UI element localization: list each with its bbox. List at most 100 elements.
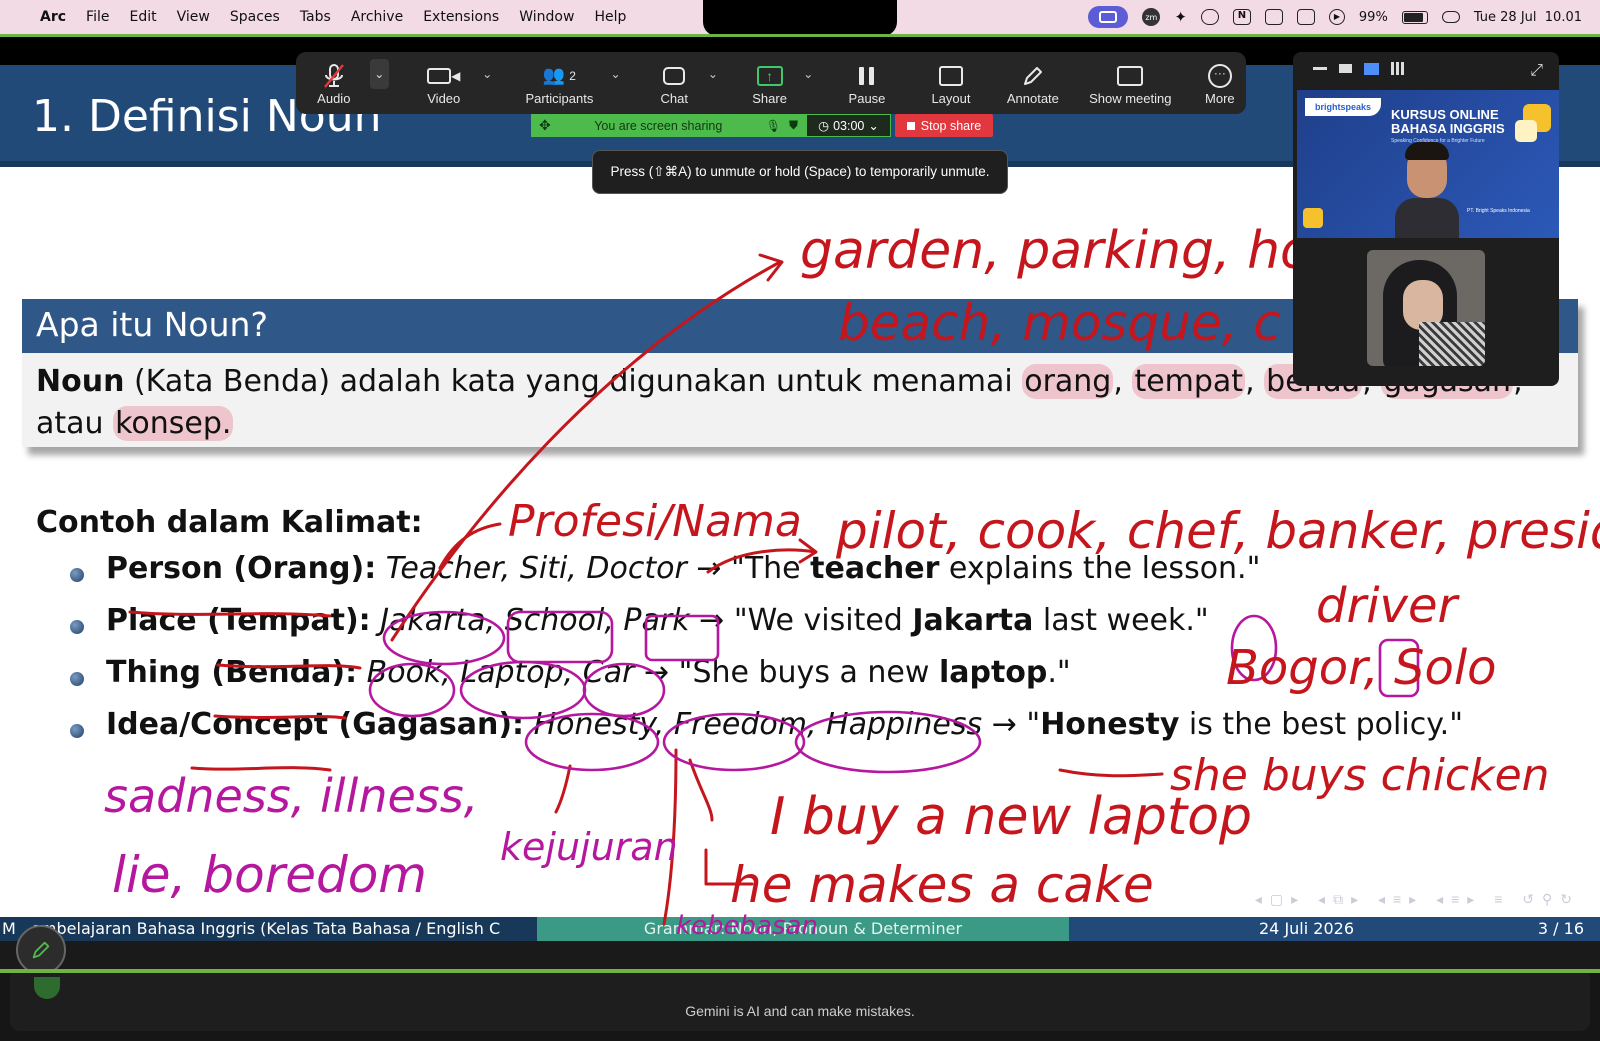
expand-icon[interactable]: ⤢ xyxy=(1530,62,1543,80)
list-item-idea: Idea/Concept (Gagasan): Honesty, Freedom… xyxy=(70,707,1463,759)
video-button[interactable]: ◀ Video xyxy=(409,52,479,114)
examples-title: Contoh dalam Kalimat: xyxy=(36,505,423,540)
sentence-bold: laptop xyxy=(938,655,1048,690)
category-label: Idea/Concept (Gagasan): xyxy=(106,707,525,742)
menu-help[interactable]: Help xyxy=(594,9,626,25)
audio-options-chevron-icon[interactable]: ⌄ xyxy=(369,59,389,89)
example-words: Teacher, Siti, Doctor xyxy=(385,551,687,586)
pause-share-button[interactable]: Pause xyxy=(837,52,897,114)
video-options-chevron-icon[interactable]: ⌄ xyxy=(479,67,496,81)
arrow: → xyxy=(991,707,1017,742)
active-speaker-view-icon[interactable] xyxy=(1364,62,1379,75)
category-label: Thing (Benda): xyxy=(106,655,358,690)
share-options-chevron-icon[interactable]: ⌄ xyxy=(800,67,817,81)
single-view-icon[interactable] xyxy=(1339,64,1352,73)
participants-icon: 👥 xyxy=(542,65,566,85)
shield-icon[interactable]: ⛊ xyxy=(789,118,798,133)
notion-icon[interactable]: N xyxy=(1232,9,1251,25)
footer-page: 3 / 16 xyxy=(1537,919,1584,938)
annotate-button[interactable]: Annotate xyxy=(1001,52,1065,114)
gemini-disclaimer: Gemini is AI and can make mistakes. xyxy=(685,1003,915,1019)
example-words: Book, Laptop, Car xyxy=(366,655,635,690)
annotate-label: Annotate xyxy=(1006,90,1059,106)
participant-video-host[interactable]: brightspeaks KURSUS ONLINE BAHASA INGGRI… xyxy=(1297,90,1559,238)
more-dots-icon: ··· xyxy=(1207,63,1232,88)
battery-icon[interactable] xyxy=(1401,10,1428,24)
examples-list: Person (Orang): Teacher, Siti, Doctor → … xyxy=(70,551,1463,759)
layout-icon xyxy=(938,65,963,86)
participants-button[interactable]: 👥 2 Participants xyxy=(512,52,607,114)
layout-button[interactable]: Layout xyxy=(921,52,981,114)
show-meeting-button[interactable]: Show meeting xyxy=(1085,52,1176,114)
keyboard-icon[interactable] xyxy=(1296,9,1315,25)
definition-or: atau xyxy=(36,406,104,441)
participants-options-chevron-icon[interactable]: ⌄ xyxy=(607,67,624,81)
block-title: Apa itu Noun? xyxy=(36,305,268,344)
footer-course: M embelajaran Bahasa Inggris (Kelas Tata… xyxy=(0,917,537,941)
status-tray: zm ✦ N ▶ 99% Tue 28 Jul 10.01 xyxy=(1088,0,1582,34)
more-button[interactable]: ··· More xyxy=(1194,52,1246,114)
chat-button[interactable]: Chat xyxy=(644,52,704,114)
stop-share-button[interactable]: Stop share xyxy=(895,114,993,137)
menu-extensions[interactable]: Extensions xyxy=(423,9,499,25)
participants-video-panel: ⤢ brightspeaks KURSUS ONLINE BAHASA INGG… xyxy=(1293,52,1559,386)
gallery-view-icon[interactable] xyxy=(1391,62,1404,75)
video-label: Video xyxy=(427,90,461,106)
pencil-icon xyxy=(1021,61,1045,91)
menu-archive[interactable]: Archive xyxy=(351,9,403,25)
sharing-status[interactable]: ✥ You are screen sharing 🎙 ⛊ xyxy=(531,114,806,137)
course-banner: KURSUS ONLINE BAHASA INGGRIS xyxy=(1391,108,1505,136)
chat-options-chevron-icon[interactable]: ⌄ xyxy=(704,67,721,81)
gemini-avatar-icon[interactable] xyxy=(34,977,60,999)
show-meeting-icon xyxy=(1117,65,1144,86)
play-icon[interactable]: ▶ xyxy=(1328,9,1345,25)
definition-term: Noun xyxy=(36,364,125,399)
menu-window[interactable]: Window xyxy=(519,9,574,25)
share-button[interactable]: ↑ Share xyxy=(740,52,800,114)
decor-square xyxy=(1515,120,1537,142)
stop-share-label: Stop share xyxy=(920,118,982,133)
participant-video-student[interactable] xyxy=(1367,250,1485,366)
clock[interactable]: Tue 28 Jul 10.01 xyxy=(1474,10,1582,25)
highlight-konsep: konsep. xyxy=(113,406,234,441)
pause-icon xyxy=(859,66,875,85)
stop-square-icon xyxy=(906,121,915,130)
muted-mic-icon xyxy=(322,61,346,91)
slide-footer: M embelajaran Bahasa Inggris (Kelas Tata… xyxy=(0,917,1600,941)
course-line2: BAHASA INGGRIS xyxy=(1391,121,1505,136)
cloud-icon[interactable] xyxy=(1200,9,1219,25)
audio-button[interactable]: Audio xyxy=(298,52,370,114)
app-tray-icon[interactable] xyxy=(1264,9,1283,25)
screen-share-status-icon[interactable] xyxy=(1088,6,1129,28)
sentence-end: last week." xyxy=(1033,603,1209,638)
minimize-icon[interactable] xyxy=(1313,67,1327,70)
annotation-pen-button[interactable] xyxy=(16,925,66,975)
menu-spaces[interactable]: Spaces xyxy=(230,9,280,25)
menu-file[interactable]: File xyxy=(86,9,109,25)
menu-view[interactable]: View xyxy=(177,9,210,25)
pen-icon xyxy=(32,941,50,959)
menu-tabs[interactable]: Tabs xyxy=(300,9,331,25)
footer-meta: 24 Juli 2026 3 / 16 xyxy=(1069,917,1600,941)
mic-off-small-icon[interactable]: 🎙 xyxy=(766,119,781,133)
timer-chevron-icon: ⌄ xyxy=(868,119,879,133)
control-center-icon[interactable] xyxy=(1441,11,1460,23)
zoom-tray-icon[interactable]: zm xyxy=(1142,8,1161,26)
list-item-place: Place (Tempat): Jakarta, School, Park → … xyxy=(70,603,1463,655)
sentence-start: "We visited xyxy=(733,603,913,638)
sentence-end: ." xyxy=(1047,655,1071,690)
chat-label: Chat xyxy=(660,90,688,106)
chat-bubble-icon xyxy=(663,66,686,85)
beamer-nav-controls[interactable]: ◂▢▸ ◂⧉▸ ◂≡▸ ◂≡▸ ≡ ↺⚲↻ xyxy=(1255,891,1580,908)
menu-app-arc[interactable]: Arc xyxy=(40,9,66,25)
share-screen-icon: ↑ xyxy=(756,65,783,86)
share-timer[interactable]: ◷ 03:00 ⌄ xyxy=(806,114,891,137)
sparkle-icon[interactable]: ✦ xyxy=(1174,8,1187,26)
panel-view-controls xyxy=(1313,62,1404,75)
sentence-start: " xyxy=(1026,707,1041,742)
menu-edit[interactable]: Edit xyxy=(129,9,156,25)
arrow: → xyxy=(696,551,722,586)
timer-value: 03:00 xyxy=(833,118,865,133)
host-avatar xyxy=(1395,142,1459,238)
drag-grip-icon[interactable]: ✥ xyxy=(539,117,551,134)
